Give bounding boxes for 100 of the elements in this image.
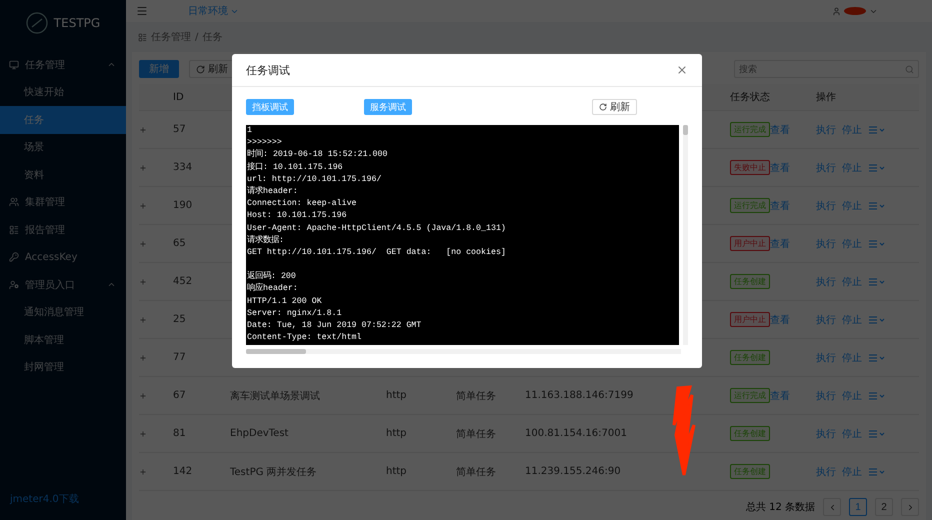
run-link[interactable]: 执行 <box>816 236 842 250</box>
refresh-button[interactable]: 刷新 <box>189 60 235 78</box>
next-page-button[interactable] <box>901 498 919 516</box>
console-line: >>>>>>> <box>247 137 283 149</box>
list-icon <box>9 224 19 235</box>
expand-icon[interactable] <box>139 392 147 400</box>
expand-icon[interactable] <box>139 468 147 476</box>
view-link[interactable]: 查看 <box>770 312 816 326</box>
close-button[interactable] <box>676 64 688 76</box>
expand-icon[interactable] <box>139 316 147 324</box>
menu-icon[interactable] <box>136 5 148 17</box>
stop-link[interactable]: 停止 <box>842 350 868 364</box>
more-menu-icon[interactable] <box>868 316 886 324</box>
more-menu-icon[interactable] <box>868 240 886 248</box>
scrollbar-thumb[interactable] <box>246 349 306 354</box>
stop-link[interactable]: 停止 <box>842 312 868 326</box>
table-cell-text: 190 <box>173 200 194 211</box>
console-line: Server: nginx/1.8.1 <box>247 308 343 320</box>
column-header: 任务状态 <box>730 90 770 104</box>
scrollbar-thumb[interactable] <box>683 125 688 135</box>
more-menu-icon[interactable] <box>868 392 886 400</box>
expand-icon[interactable] <box>139 126 147 134</box>
run-link[interactable]: 执行 <box>816 198 842 212</box>
stop-link[interactable]: 停止 <box>842 160 868 174</box>
run-link[interactable]: 执行 <box>816 350 842 364</box>
more-menu-icon[interactable] <box>868 430 886 438</box>
refresh-icon <box>196 64 205 74</box>
console-line: 响应header: <box>247 283 299 296</box>
user-icon <box>832 6 841 16</box>
view-link[interactable]: 查看 <box>770 236 816 250</box>
run-link[interactable]: 执行 <box>816 160 842 174</box>
table-cell-text: 离车测试单场景调试 <box>230 390 321 402</box>
sidebar-item[interactable]: 报告管理 <box>0 216 126 244</box>
table-cell-text: 65 <box>173 238 187 249</box>
table-cell-text: 67 <box>173 390 187 401</box>
column-header: ID <box>173 92 185 102</box>
refresh-button[interactable]: 刷新 <box>592 99 637 115</box>
sidebar-subitem[interactable]: 快速开始 <box>0 78 126 106</box>
environment-dropdown[interactable]: 日常环境 <box>188 4 239 18</box>
table-cell-text: 452 <box>173 276 194 287</box>
console-line: 接口: 10.101.175.196 <box>247 162 344 174</box>
table-cell-text: EhpDevTest <box>230 428 290 439</box>
console-line: Content-Type: text/html <box>247 332 363 344</box>
page-button[interactable]: 1 <box>849 498 867 516</box>
expand-icon[interactable] <box>139 354 147 362</box>
more-menu-icon[interactable] <box>868 468 886 476</box>
console-line: 时间: 2019-06-18 15:52:21.000 <box>247 149 388 162</box>
sidebar-subitem[interactable]: 脚本管理 <box>0 326 126 354</box>
view-link[interactable]: 查看 <box>770 388 816 402</box>
previous-page-button[interactable] <box>823 498 841 516</box>
stop-link[interactable]: 停止 <box>842 274 868 288</box>
sidebar-subitem[interactable]: 场景 <box>0 134 126 161</box>
console-line: Host: 10.101.175.196 <box>247 210 348 222</box>
view-link[interactable]: 查看 <box>770 198 816 212</box>
more-menu-icon[interactable] <box>868 354 886 362</box>
more-menu-icon[interactable] <box>868 164 886 172</box>
stop-link[interactable]: 停止 <box>842 198 868 212</box>
redaction-mark <box>844 7 866 15</box>
sidebar-item[interactable]: AccessKey <box>0 244 126 271</box>
run-link[interactable]: 执行 <box>816 464 842 478</box>
page-button[interactable]: 2 <box>875 498 893 516</box>
console-line: 1 <box>247 125 253 137</box>
sidebar-subitem[interactable]: 资料 <box>0 161 126 188</box>
user-gear-icon <box>9 280 19 290</box>
view-link[interactable]: 查看 <box>770 122 816 136</box>
run-link[interactable]: 执行 <box>816 426 842 440</box>
expand-icon[interactable] <box>139 430 147 438</box>
search-icon[interactable] <box>905 65 914 74</box>
run-link[interactable]: 执行 <box>816 274 842 288</box>
stop-link[interactable]: 停止 <box>842 122 868 136</box>
key-icon <box>9 252 19 262</box>
expand-icon[interactable] <box>139 202 147 210</box>
add-button[interactable]: 新增 <box>139 60 179 78</box>
view-link[interactable]: 查看 <box>770 160 816 174</box>
stop-link[interactable]: 停止 <box>842 388 868 402</box>
sidebar-subitem[interactable]: 封网管理 <box>0 354 126 381</box>
sidebar-subitem[interactable]: 通知消息管理 <box>0 298 126 326</box>
expand-icon[interactable] <box>139 278 147 286</box>
console-line: HTTP/1.1 200 OK <box>247 296 323 308</box>
run-link[interactable]: 执行 <box>816 122 842 136</box>
run-link[interactable]: 执行 <box>816 312 842 326</box>
stop-link[interactable]: 停止 <box>842 236 868 250</box>
stop-link[interactable]: 停止 <box>842 464 868 478</box>
debug-button[interactable]: 挡板调试 <box>246 99 294 115</box>
sidebar-item[interactable]: 管理员入口 <box>0 271 126 298</box>
run-link[interactable]: 执行 <box>816 388 842 402</box>
sidebar-item[interactable]: 集群管理 <box>0 188 126 216</box>
debug-button[interactable]: 服务调试 <box>364 99 412 115</box>
stop-link[interactable]: 停止 <box>842 426 868 440</box>
more-menu-icon[interactable] <box>868 202 886 210</box>
table-cell-text: 简单任务 <box>456 466 497 478</box>
refresh-icon <box>599 103 607 111</box>
expand-icon[interactable] <box>139 164 147 172</box>
more-menu-icon[interactable] <box>868 126 886 134</box>
expand-icon[interactable] <box>139 240 147 248</box>
sidebar-item[interactable]: 任务管理 <box>0 51 126 78</box>
table-cell-text: 57 <box>173 124 187 135</box>
download-link[interactable]: jmeter4.0下载 <box>0 492 126 520</box>
more-menu-icon[interactable] <box>868 278 886 286</box>
sidebar-subitem[interactable]: 任务 <box>0 106 126 134</box>
